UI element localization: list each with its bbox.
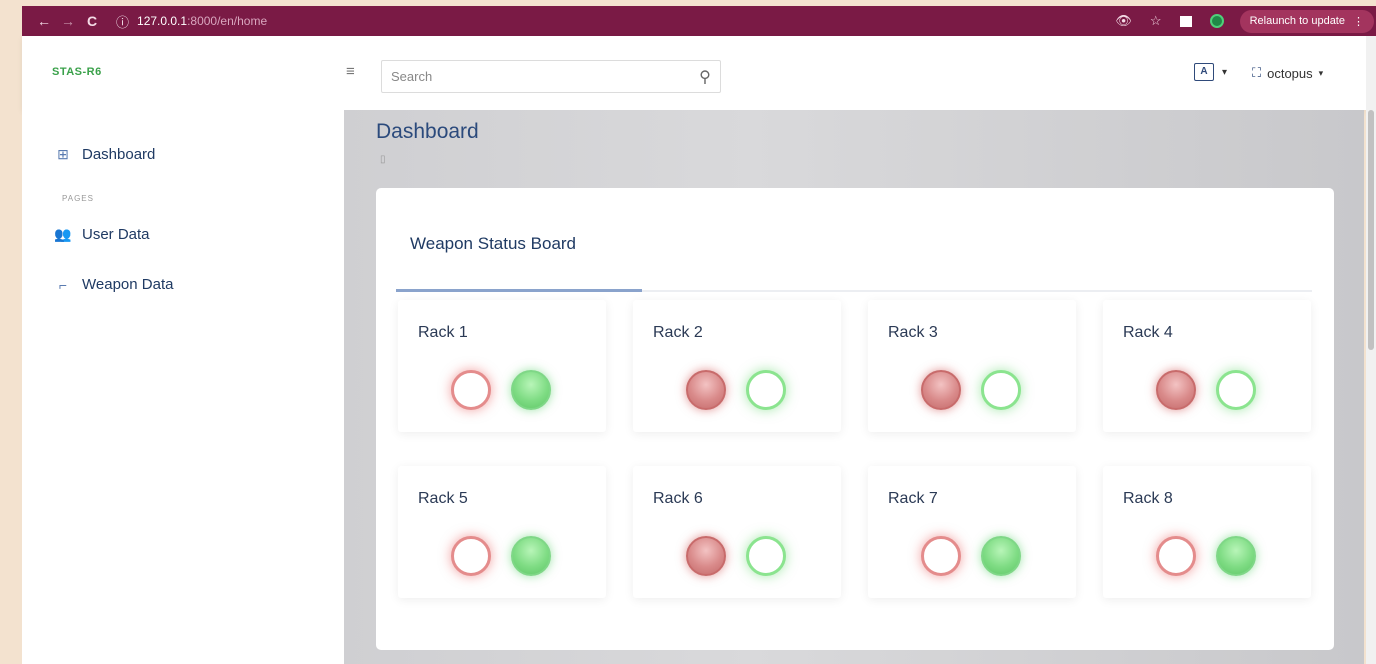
search-box: ⚲ (381, 60, 721, 93)
board-title[interactable]: Weapon Status Board (410, 234, 576, 254)
active-tab-indicator (396, 289, 642, 292)
brand-logo[interactable]: STAS-R6 (52, 66, 102, 78)
status-board-card: Weapon Status Board Rack 1 Rack 2 Rack 3 Ra… (376, 188, 1334, 650)
rack-card[interactable]: Rack 5 (398, 466, 606, 598)
rack-title: Rack 8 (1123, 490, 1173, 507)
search-input[interactable] (382, 61, 690, 92)
rack-card[interactable]: Rack 4 (1103, 300, 1311, 432)
red-status-light (1156, 370, 1196, 410)
sidebar-section-label: PAGES (62, 194, 94, 203)
page-title: Dashboard (376, 120, 479, 143)
green-status-light (981, 370, 1021, 410)
rack-card[interactable]: Rack 3 (868, 300, 1076, 432)
tab-underline (396, 289, 1312, 292)
sidebar-item-label: Weapon Data (82, 276, 174, 293)
rack-card[interactable]: Rack 1 (398, 300, 606, 432)
kebab-menu-icon[interactable]: ⋮ (1353, 15, 1364, 28)
forward-icon[interactable]: → (58, 13, 78, 29)
grid-icon: ⊞ (57, 146, 69, 162)
url-host: 127.0.0.1 (137, 14, 188, 28)
main-content: Dashboard ▯ Weapon Status Board Rack 1 Ra… (344, 110, 1364, 664)
red-status-light (686, 370, 726, 410)
green-status-light (981, 536, 1021, 576)
profile-avatar[interactable] (1209, 14, 1224, 28)
page-scrollbar[interactable] (1366, 36, 1376, 664)
rack-title: Rack 5 (418, 490, 468, 507)
green-status-light (746, 536, 786, 576)
info-icon[interactable]: ⓘ (116, 12, 129, 31)
sidebar-item-dashboard[interactable]: ⊞ Dashboard (54, 146, 155, 163)
red-status-light (1156, 536, 1196, 576)
rack-title: Rack 7 (888, 490, 938, 507)
star-icon[interactable]: ☆ (1150, 13, 1162, 29)
rack-card[interactable]: Rack 2 (633, 300, 841, 432)
relaunch-button[interactable]: Relaunch to update ⋮ (1239, 9, 1374, 33)
rack-card[interactable]: Rack 8 (1103, 466, 1311, 598)
browser-toolbar: ← → C ⓘ 127.0.0.1 :8000/en/home 👁 ☆ Rela… (22, 6, 1376, 36)
chevron-down-icon: ▾ (1222, 66, 1228, 78)
rack-title: Rack 3 (888, 324, 938, 341)
red-status-light (921, 536, 961, 576)
user-menu[interactable]: ⛶ octopus ▾ (1252, 65, 1323, 81)
green-status-light (746, 370, 786, 410)
sidebar: ⊞ Dashboard PAGES 👥 User Data ⌐ Weapon D… (22, 110, 344, 664)
green-status-light (1216, 370, 1256, 410)
weapon-icon: ⌐ (58, 276, 68, 293)
breadcrumb-icon: ▯ (380, 154, 386, 165)
rack-card[interactable]: Rack 6 (633, 466, 841, 598)
username: octopus (1267, 65, 1313, 81)
users-icon: 👥 (54, 226, 72, 242)
user-icon: ⛶ (1252, 65, 1262, 80)
language-switcher[interactable]: A ▾ (1194, 63, 1227, 81)
sidebar-item-label: User Data (82, 226, 150, 243)
chevron-down-icon: ▾ (1318, 67, 1324, 78)
hamburger-icon[interactable]: ≡ (346, 63, 355, 80)
back-icon[interactable]: ← (34, 13, 54, 29)
sidebar-item-user-data[interactable]: 👥 User Data (54, 226, 150, 243)
eye-icon[interactable]: 👁 (1115, 13, 1132, 29)
rack-title: Rack 1 (418, 324, 468, 341)
address-bar[interactable]: ⓘ 127.0.0.1 :8000/en/home (116, 12, 267, 31)
red-status-light (921, 370, 961, 410)
red-status-light (451, 536, 491, 576)
rack-title: Rack 4 (1123, 324, 1173, 341)
relaunch-label: Relaunch to update (1249, 15, 1345, 27)
reload-icon[interactable]: C (82, 13, 102, 29)
red-status-light (451, 370, 491, 410)
search-icon[interactable]: ⚲ (690, 67, 720, 87)
red-status-light (686, 536, 726, 576)
scrollbar-thumb[interactable] (1368, 110, 1374, 350)
url-path: :8000/en/home (187, 14, 268, 28)
app-header: STAS-R6 ≡ ⚲ A ▾ ⛶ octopus ▾ (22, 36, 1366, 110)
green-status-light (1216, 536, 1256, 576)
side-panel-icon[interactable] (1179, 15, 1192, 27)
green-status-light (511, 370, 551, 410)
rack-card[interactable]: Rack 7 (868, 466, 1076, 598)
sidebar-item-label: Dashboard (82, 146, 156, 163)
green-status-light (511, 536, 551, 576)
rack-title: Rack 6 (653, 490, 703, 507)
rack-title: Rack 2 (653, 324, 703, 341)
translate-icon: A (1194, 63, 1214, 81)
sidebar-item-weapon-data[interactable]: ⌐ Weapon Data (54, 276, 174, 293)
